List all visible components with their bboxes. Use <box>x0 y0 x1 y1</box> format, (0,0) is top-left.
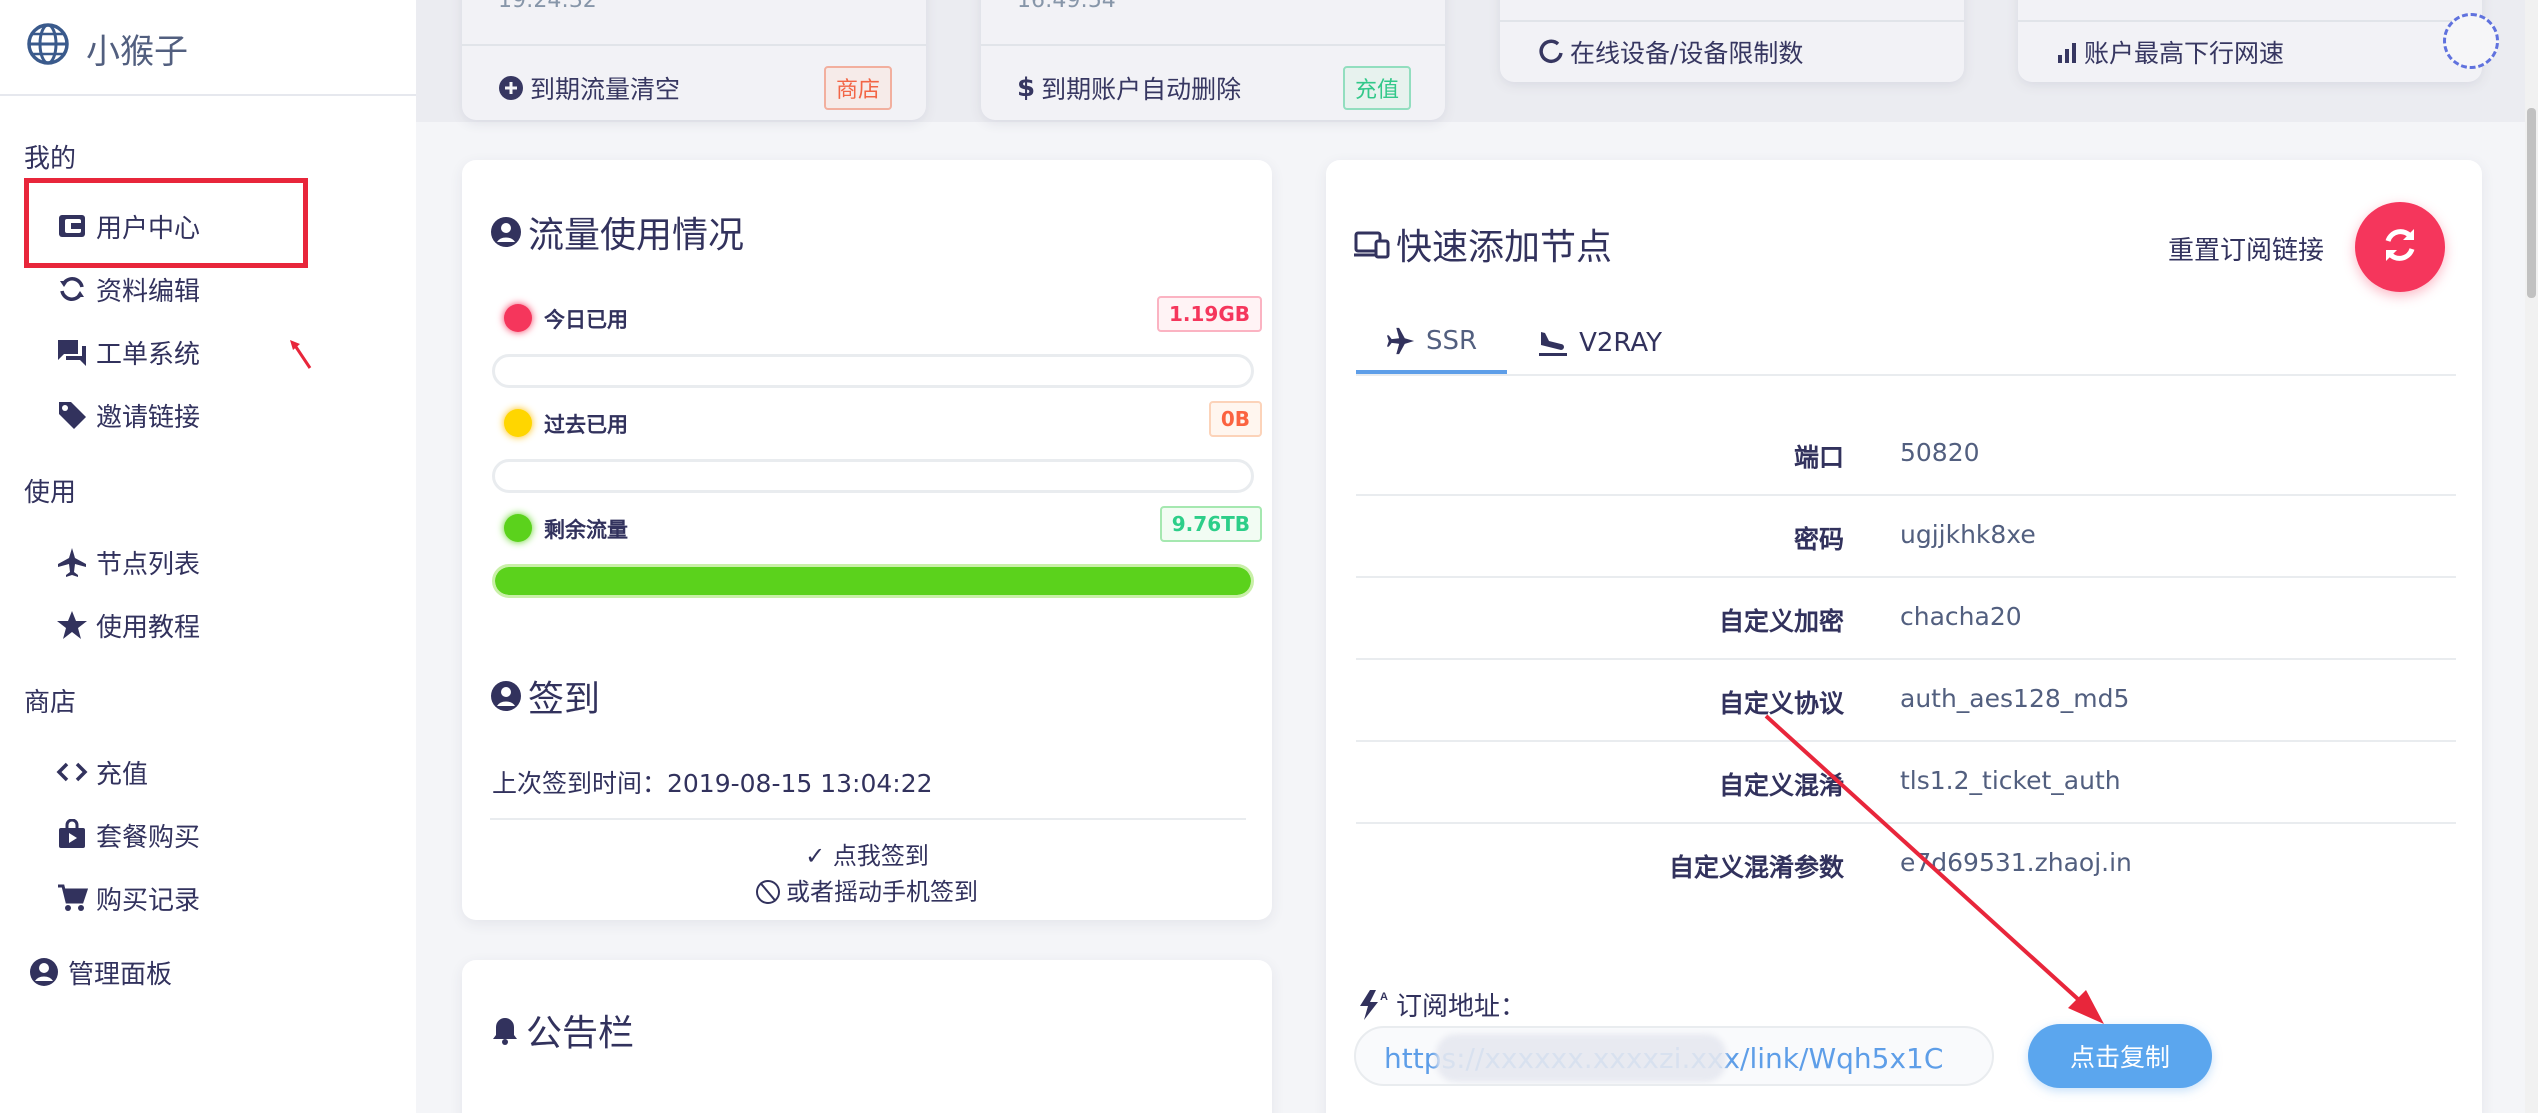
annotation-arrow-large <box>1764 714 2104 1024</box>
scrollbar-thumb[interactable] <box>2527 108 2536 298</box>
page: 小猴子 我的 用户中心 资料编辑 工单系统 邀请链接 使用 节点列表 使用教程 … <box>0 0 2538 1113</box>
